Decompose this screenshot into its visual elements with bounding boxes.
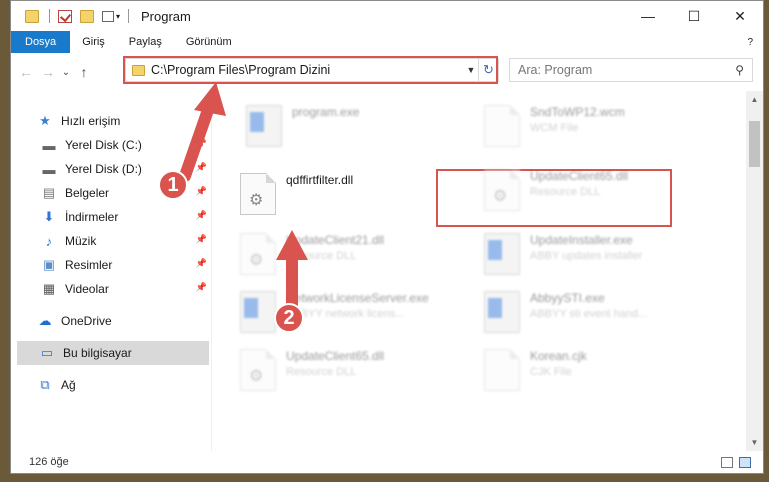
step-badge-1: 1 — [158, 170, 188, 200]
arrow-2-head — [276, 230, 308, 260]
step-badge-2: 2 — [274, 303, 304, 333]
arrow-1-head — [194, 82, 226, 116]
arrow-1-shaft — [179, 104, 214, 182]
annotation-arrows — [179, 82, 308, 311]
